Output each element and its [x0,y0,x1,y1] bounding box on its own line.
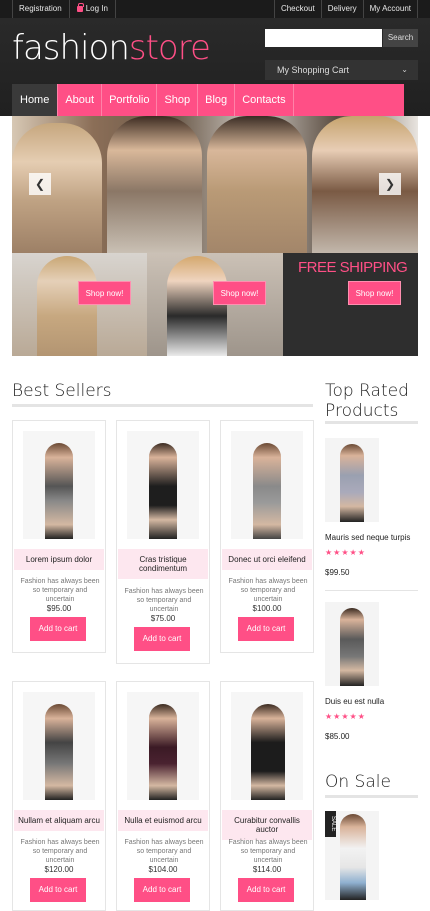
best-sellers-title: Best Sellers [12,381,112,401]
add-to-cart-button[interactable]: Add to cart [238,617,294,641]
search-input[interactable] [265,29,382,47]
promo-model-2 [167,256,227,356]
slider-next-arrow-icon[interactable]: ❯ [379,173,401,195]
product-price: $100.00 [252,604,282,613]
product-description: Fashion has always been so temporary and… [20,578,100,603]
product-name[interactable]: Lorem ipsum dolor [14,549,104,570]
promo-model-1 [37,256,97,356]
lock-icon [76,3,84,12]
on-sale-product-image[interactable]: SALE [325,811,379,900]
hero-slider: ❮ ❯ [12,116,418,253]
on-sale-divider [325,795,418,798]
nav-shop[interactable]: Shop [157,84,199,116]
product-price: $95.00 [46,604,72,613]
top-rated-product-name[interactable]: Duis eu est nulla [325,697,384,706]
promo-banner-1[interactable]: Shop now! [12,253,147,356]
add-to-cart-button[interactable]: Add to cart [30,878,86,902]
product-image[interactable] [23,692,95,800]
search-button[interactable]: Search [383,29,418,47]
product-image[interactable] [127,431,199,539]
product-image[interactable] [127,692,199,800]
add-to-cart-button[interactable]: Add to cart [134,878,190,902]
my-account-link[interactable]: My Account [362,0,418,18]
shopping-cart-dropdown[interactable]: My Shopping Cart ⌄ [265,60,418,80]
nav-home[interactable]: Home [12,84,59,116]
top-bar: Registration Log In Checkout Delivery My… [0,0,430,18]
main-nav: Home About Portfolio Shop Blog Contacts [12,84,404,116]
free-shipping-text: FREE SHIPPING [298,259,408,276]
product-price: $75.00 [150,614,176,623]
delivery-link[interactable]: Delivery [320,0,363,18]
product-price: $114.00 [252,865,282,874]
header: fashionstore Search My Shopping Cart ⌄ H… [0,18,430,116]
top-rated-product-price: $99.50 [325,568,350,577]
top-rated-product-price: $85.00 [325,732,350,741]
logo[interactable]: fashionstore [12,28,211,68]
product-image[interactable] [23,431,95,539]
product-name[interactable]: Nullam et aliquam arcu [14,810,104,831]
slider-model-2 [107,116,202,253]
product-description: Fashion has always been so temporary and… [124,588,204,613]
product-name[interactable]: Cras tristique condimentum [118,549,208,579]
product-description: Fashion has always been so temporary and… [20,839,100,864]
slider-model-3 [207,116,307,253]
add-to-cart-button[interactable]: Add to cart [30,617,86,641]
product-card[interactable]: Nullam et aliquam arcu Fashion has alway… [12,681,106,911]
star-rating-icon: ★★★★★ [325,712,366,721]
sale-badge: SALE [325,811,336,837]
nav-contacts[interactable]: Contacts [235,84,294,116]
registration-link[interactable]: Registration [12,0,70,18]
nav-about[interactable]: About [58,84,103,116]
login-label: Log In [85,4,108,13]
product-card[interactable]: Donec ut orci eleifend Fashion has alway… [220,420,314,653]
product-card[interactable]: Cras tristique condimentum Fashion has a… [116,420,210,664]
slider-model-4 [312,116,418,253]
chevron-down-icon: ⌄ [401,65,408,74]
product-card[interactable]: Nulla et euismod arcu Fashion has always… [116,681,210,911]
slider-prev-arrow-icon[interactable]: ❮ [29,173,51,195]
top-rated-title: Top Rated Products [325,381,409,421]
shop-now-button[interactable]: Shop now! [213,281,266,305]
product-image[interactable] [231,692,303,800]
product-card[interactable]: Lorem ipsum dolor Fashion has always bee… [12,420,106,653]
product-name[interactable]: Nulla et euismod arcu [118,810,208,831]
logo-part-fashion: fashion [12,28,130,68]
top-rated-divider [325,421,418,424]
nav-portfolio[interactable]: Portfolio [102,84,158,116]
nav-fill [293,84,404,116]
top-rated-product-image[interactable] [325,438,379,522]
top-rated-item-divider [325,590,418,591]
product-description: Fashion has always been so temporary and… [124,839,204,864]
product-name[interactable]: Donec ut orci eleifend [222,549,312,570]
promo-banner-free-shipping[interactable]: FREE SHIPPING Shop now! [283,253,418,356]
slider-model-1 [12,123,102,253]
nav-blog[interactable]: Blog [198,84,236,116]
product-description: Fashion has always been so temporary and… [228,839,308,864]
top-rated-title-line1: Top Rated [325,381,409,401]
shop-now-button[interactable]: Shop now! [78,281,131,305]
product-description: Fashion has always been so temporary and… [228,578,308,603]
top-rated-product-image[interactable] [325,602,379,686]
logo-part-store: store [128,28,211,68]
cart-label: My Shopping Cart [277,65,350,75]
add-to-cart-button[interactable]: Add to cart [134,627,190,651]
on-sale-title: On Sale [325,772,391,792]
best-sellers-divider [12,404,313,407]
add-to-cart-button[interactable]: Add to cart [238,878,294,902]
product-name[interactable]: Curabitur convallis auctor [222,810,312,840]
top-rated-title-line2: Products [325,401,399,421]
promo-banner-2[interactable]: Shop now! [147,253,283,356]
product-card[interactable]: Curabitur convallis auctor Fashion has a… [220,681,314,911]
login-link[interactable]: Log In [70,0,116,18]
product-image[interactable] [231,431,303,539]
star-rating-icon: ★★★★★ [325,548,366,557]
shop-now-button[interactable]: Shop now! [348,281,401,305]
checkout-link[interactable]: Checkout [273,0,321,18]
product-price: $120.00 [44,865,74,874]
top-rated-product-name[interactable]: Mauris sed neque turpis [325,533,410,542]
product-price: $104.00 [148,865,178,874]
